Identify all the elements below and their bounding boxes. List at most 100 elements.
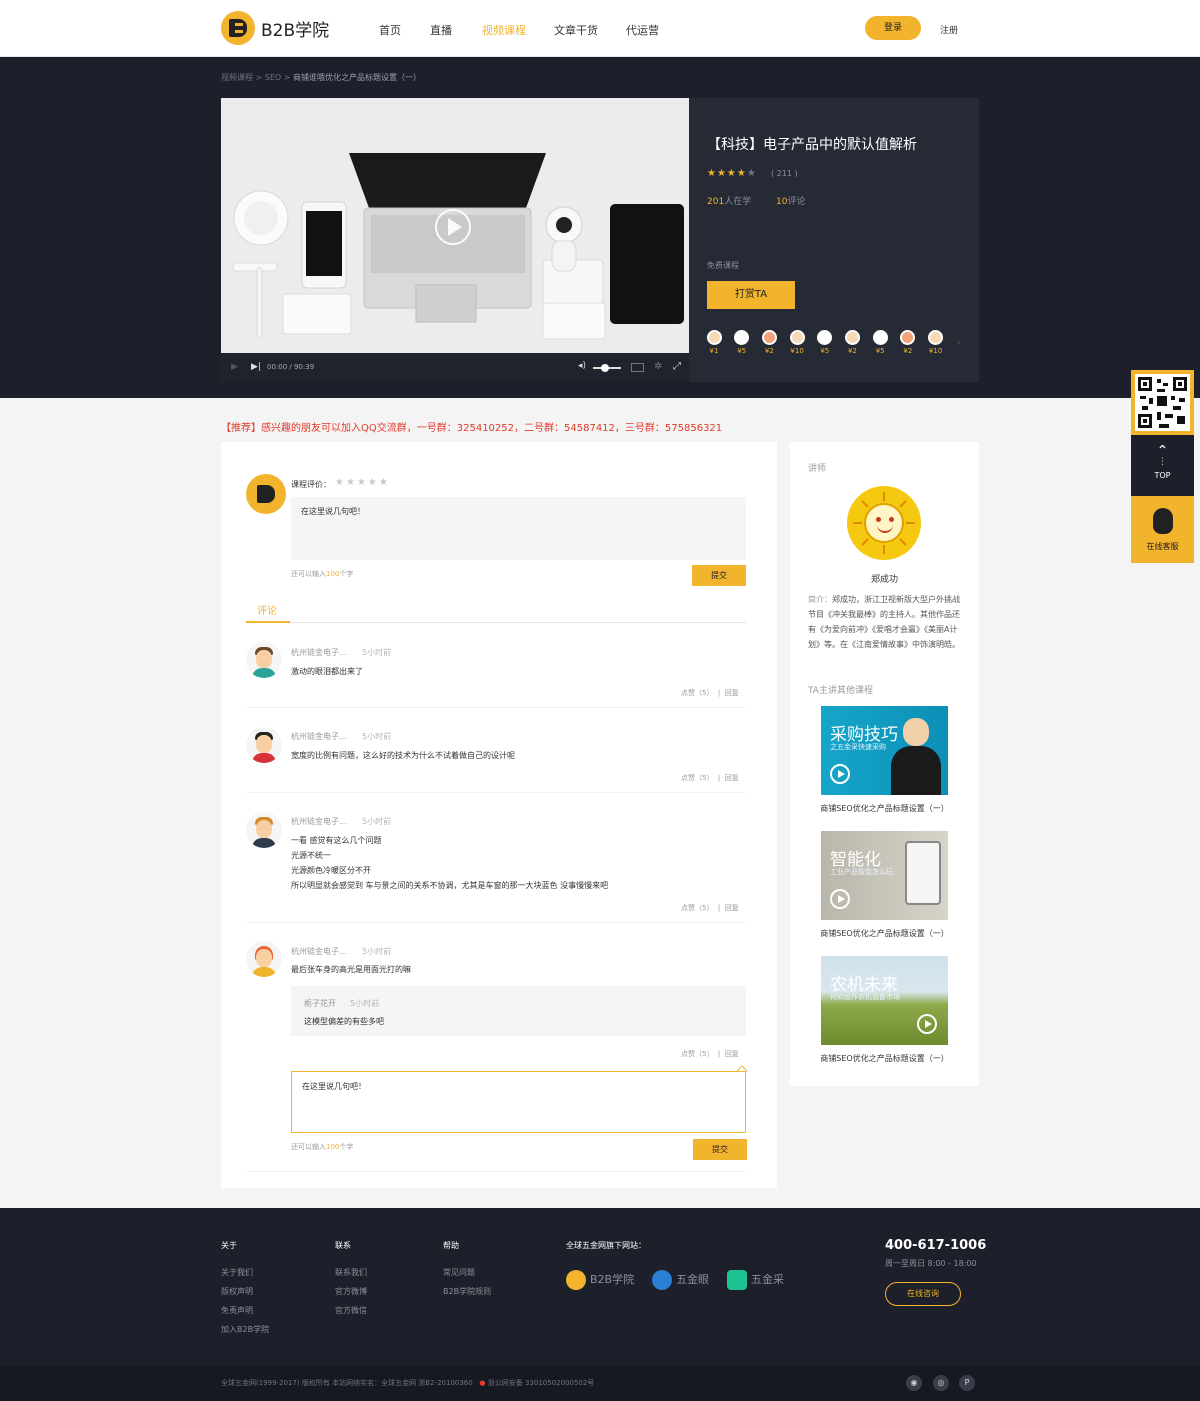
tieba-icon[interactable]: P (959, 1375, 975, 1391)
tipper-item[interactable]: ¥10 (925, 330, 947, 355)
chevron-right-icon[interactable]: › (956, 336, 960, 349)
breadcrumb: 视频课程 > SEO > 商铺谁哦优化之产品标题设置（一） (221, 73, 422, 82)
tipper-avatar (928, 330, 944, 345)
comment-actions: 点赞（5） | 回复 (681, 774, 739, 782)
tipper-avatar (706, 330, 722, 345)
commenter-name[interactable]: 杭州链金电子... (291, 731, 347, 742)
course-thumb[interactable]: 采购技巧 之五金采快速采购 (821, 706, 948, 795)
footer-link[interactable]: 官方微博 (335, 1286, 367, 1297)
nav-live[interactable]: 直播 (430, 22, 452, 38)
logo-text[interactable]: B2B学院 (261, 16, 329, 41)
footer-link[interactable]: 联系我们 (335, 1267, 367, 1278)
play-icon (830, 889, 850, 909)
course-caption[interactable]: 商铺SEO优化之产品标题设置（一） (790, 928, 979, 939)
like-button[interactable]: 点赞（5） (681, 1050, 713, 1058)
nav-home[interactable]: 首页 (379, 22, 401, 38)
subtitle-icon[interactable] (631, 363, 644, 372)
comment-time: 5小时前 (362, 732, 392, 741)
play-icon (830, 764, 850, 784)
course-thumb[interactable]: 农机未来 何如运作农机设备市场 (821, 956, 948, 1045)
site-link-b2b[interactable]: B2B学院 (566, 1270, 634, 1290)
next-icon[interactable]: ▶| (251, 362, 261, 372)
tipper-avatar (817, 330, 833, 345)
recommend-notice: 【推荐】感兴趣的朋友可以加入QQ交流群，一号群：325410252，二号群：54… (221, 423, 723, 434)
site-link-wujinyan[interactable]: 五金眼 (652, 1270, 709, 1290)
comment-line: 光源不统一 (291, 851, 331, 860)
tipper-item[interactable]: ¥5 (814, 330, 836, 355)
footer-link[interactable]: 常见问题 (443, 1267, 475, 1278)
reply-author[interactable]: 栀子花开 (304, 998, 336, 1009)
weibo-icon[interactable]: ◎ (933, 1375, 949, 1391)
volume-icon[interactable]: ◂) (578, 361, 586, 371)
nav-video-courses[interactable]: 视频课程 (482, 22, 526, 38)
reply-button[interactable]: 回复 (725, 1050, 739, 1058)
rate-stars-input[interactable]: ★★★★★ (335, 477, 390, 488)
fullscreen-icon[interactable]: ⤢ (673, 361, 681, 372)
divider (246, 922, 746, 923)
footer-link[interactable]: B2B学院规则 (443, 1286, 491, 1297)
logo-icon[interactable] (221, 11, 255, 45)
course-info-panel: 【科技】电子产品中的默认值解析 ★★★★★ ( 211 ) 201人在学 10评… (689, 98, 979, 382)
reply-time: 5小时前 (350, 999, 380, 1008)
footer-link[interactable]: 关于我们 (221, 1267, 253, 1278)
review-submit-button[interactable]: 提交 (692, 565, 746, 586)
breadcrumb-item[interactable]: 视频课程 (221, 73, 253, 82)
course-thumb[interactable]: 智能化 工业产品智能怎么玩 (821, 831, 948, 920)
like-button[interactable]: 点赞（5） (681, 774, 713, 782)
course-caption[interactable]: 商铺SEO优化之产品标题设置（一） (790, 803, 979, 814)
footer-link[interactable]: 加入B2B学院 (221, 1324, 269, 1335)
tipper-item[interactable]: ¥2 (842, 330, 864, 355)
consult-button[interactable]: 在线咨询 (885, 1282, 961, 1306)
tab-comments[interactable]: 评论 (257, 602, 277, 617)
footer-link[interactable]: 免责声明 (221, 1305, 253, 1316)
volume-handle[interactable] (601, 364, 609, 372)
review-textarea[interactable]: 在这里说几句吧！ (291, 497, 746, 560)
footer-link[interactable]: 官方微信 (335, 1305, 367, 1316)
reply-textarea[interactable]: 在这里说几句吧！ (291, 1071, 746, 1133)
tipper-item[interactable]: ¥10 (786, 330, 808, 355)
login-button[interactable]: 登录 (865, 16, 921, 40)
divider (246, 707, 746, 708)
settings-icon[interactable]: ✲ (654, 361, 662, 372)
register-link[interactable]: 注册 (940, 23, 958, 36)
video-player[interactable]: ▶ ▶| 00:00 / 90:39 ◂) ✲ ⤢ (221, 98, 689, 382)
like-button[interactable]: 点赞（5） (681, 904, 713, 912)
like-button[interactable]: 点赞（5） (681, 689, 713, 697)
tipper-item[interactable]: ¥5 (731, 330, 753, 355)
back-to-top-button[interactable]: ⌃ ⋮ TOP (1131, 435, 1194, 496)
footer-col-title: 联系 (335, 1241, 351, 1250)
rating-stars: ★★★★★ (707, 168, 757, 179)
course-caption[interactable]: 商铺SEO优化之产品标题设置（一） (790, 1053, 979, 1064)
breadcrumb-current: 商铺谁哦优化之产品标题设置（一） (293, 73, 422, 82)
play-icon[interactable]: ▶ (231, 362, 238, 372)
tip-amount: ¥1 (709, 347, 719, 355)
lecturer-avatar[interactable] (847, 486, 921, 560)
commenter-name[interactable]: 杭州链金电子... (291, 816, 347, 827)
video-thumbnail (221, 98, 689, 353)
nav-articles[interactable]: 文章干货 (554, 22, 598, 38)
tip-button[interactable]: 打赏TA (707, 281, 795, 309)
commenter-name[interactable]: 杭州链金电子... (291, 946, 347, 957)
comments-stat: 10评论 (776, 194, 805, 207)
comment-text: 最后张车身的高光是用面光打的嘛 (291, 965, 411, 974)
tipper-item[interactable]: ¥2 (758, 330, 780, 355)
tipper-item[interactable]: ¥5 (869, 330, 891, 355)
breadcrumb-item[interactable]: SEO (265, 73, 281, 82)
tipper-item[interactable]: ¥1 (703, 330, 725, 355)
sub-reply: 栀子花开 5小时前 这模型偏差的有些多吧 (291, 986, 746, 1036)
footer-link[interactable]: 版权声明 (221, 1286, 253, 1297)
lecturer-label: 讲师 (808, 464, 827, 474)
floating-toolbar: ⌃ ⋮ TOP 在线客服 (1131, 370, 1194, 563)
tipper-item[interactable]: ¥2 (897, 330, 919, 355)
nav-operation[interactable]: 代运营 (626, 22, 659, 38)
reply-button[interactable]: 回复 (725, 774, 739, 782)
lecturer-sidebar: 讲师 郑成功 简介：郑成功，浙江卫视新版大型户外挑战节目《冲关我最棒》的主持人。… (790, 442, 979, 1086)
reply-button[interactable]: 回复 (725, 904, 739, 912)
reply-submit-button[interactable]: 提交 (693, 1139, 747, 1160)
comment-time: 5小时前 (362, 817, 392, 826)
site-link-wujincai[interactable]: 五金采 (727, 1270, 784, 1290)
reply-button[interactable]: 回复 (725, 689, 739, 697)
commenter-name[interactable]: 杭州链金电子... (291, 647, 347, 658)
wechat-icon[interactable]: ◉ (906, 1375, 922, 1391)
online-service-button[interactable]: 在线客服 (1131, 496, 1194, 563)
